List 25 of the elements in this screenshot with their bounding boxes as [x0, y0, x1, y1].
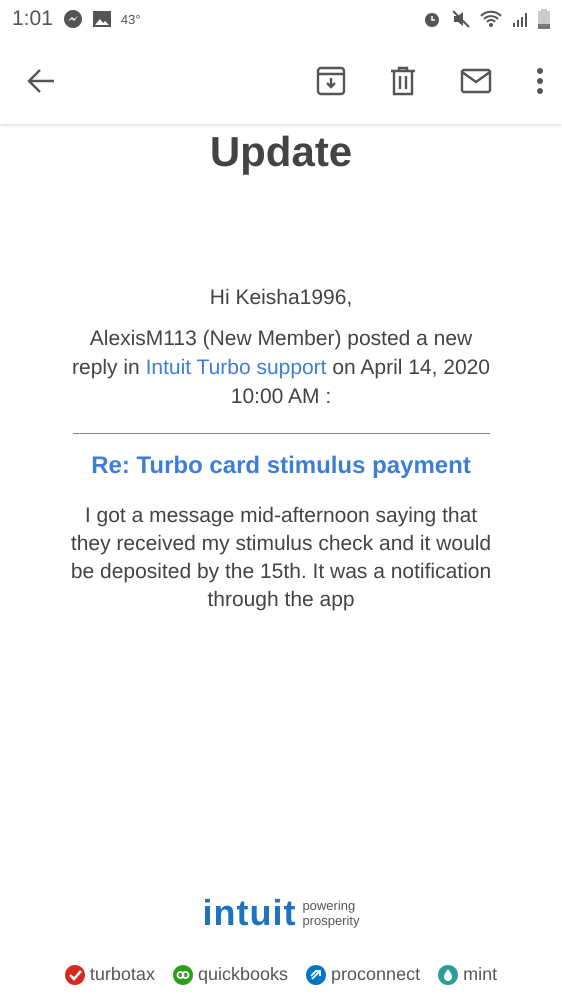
- mute-icon: [452, 10, 470, 28]
- archive-icon[interactable]: [316, 66, 346, 96]
- status-time: 1:01: [12, 7, 53, 31]
- email-heading: Update: [208, 128, 354, 176]
- greeting: Hi Keisha1996,: [208, 286, 354, 310]
- wifi-icon: [480, 10, 502, 28]
- back-arrow-icon[interactable]: [26, 68, 56, 94]
- post-title-link[interactable]: Re: Turbo card stimulus payment: [0, 452, 562, 480]
- post-body: I got a message mid-afternoon saying that they received my stimulus check and it would be deposited by the 15th. It was a notification through the app: [70, 503, 492, 613]
- logo-tagline: powering prosperity: [302, 898, 360, 928]
- brand-name: proconnect: [331, 964, 420, 985]
- brand-name: quickbooks: [198, 964, 288, 985]
- mail-icon[interactable]: [460, 68, 492, 94]
- signal-icon: [512, 11, 528, 27]
- battery-icon: [538, 9, 550, 29]
- more-menu-icon[interactable]: [536, 68, 544, 94]
- notice-text: AlexisM113 (New Member) posted a new reply in Intuit Turbo support on April 14, 2020 10:00 AM :: [71, 326, 491, 410]
- forum-link[interactable]: Intuit Turbo support: [146, 356, 327, 379]
- brand-name: mint: [463, 964, 498, 985]
- brand-name: turbotax: [90, 964, 155, 985]
- image-icon: [92, 11, 111, 27]
- messenger-icon: [62, 9, 83, 29]
- trash-icon[interactable]: [390, 66, 416, 96]
- temperature: 43°: [120, 12, 141, 26]
- intuit-logo: intuit: [202, 892, 296, 934]
